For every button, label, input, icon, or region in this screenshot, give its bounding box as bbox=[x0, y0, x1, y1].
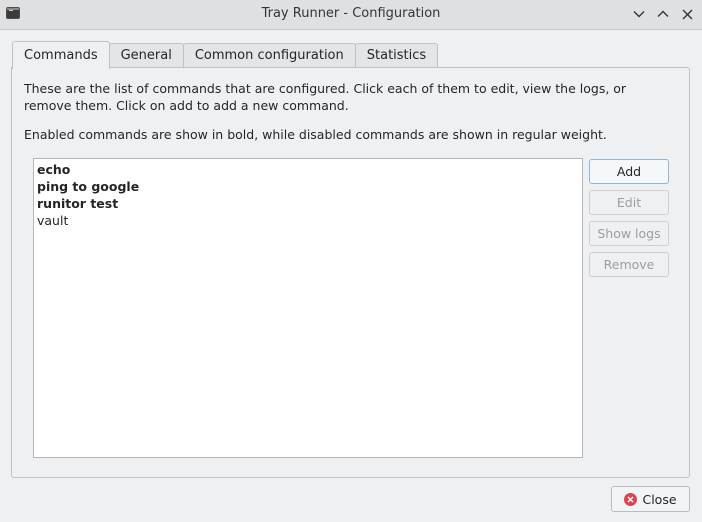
maximize-button[interactable] bbox=[654, 5, 672, 23]
tab-common-configuration[interactable]: Common configuration bbox=[182, 43, 356, 68]
list-item[interactable]: vault bbox=[37, 212, 579, 229]
minimize-button[interactable] bbox=[630, 5, 648, 23]
close-button[interactable]: Close bbox=[611, 486, 690, 512]
close-window-button[interactable] bbox=[678, 5, 696, 23]
window-title: Tray Runner - Configuration bbox=[261, 6, 441, 21]
commands-list[interactable]: echo ping to google runitor test vault bbox=[33, 158, 583, 458]
tab-general[interactable]: General bbox=[108, 43, 184, 68]
close-icon bbox=[682, 9, 692, 19]
remove-button[interactable]: Remove bbox=[589, 252, 669, 277]
list-item[interactable]: ping to google bbox=[37, 178, 579, 195]
commands-legend-note: Enabled commands are show in bold, while… bbox=[24, 127, 607, 142]
add-button[interactable]: Add bbox=[589, 159, 669, 184]
close-circle-icon bbox=[624, 492, 638, 506]
show-logs-button[interactable]: Show logs bbox=[589, 221, 669, 246]
list-item[interactable]: runitor test bbox=[37, 195, 579, 212]
tab-statistics[interactable]: Statistics bbox=[354, 43, 439, 68]
close-button-label: Close bbox=[642, 491, 677, 507]
list-item[interactable]: echo bbox=[37, 161, 579, 178]
config-window: Tray Runner - Configuration Commands Gen… bbox=[0, 0, 702, 522]
chevron-up-icon bbox=[657, 10, 669, 17]
commands-panel: These are the list of commands that are … bbox=[11, 67, 690, 478]
tab-commands[interactable]: Commands bbox=[12, 41, 110, 69]
edit-button[interactable]: Edit bbox=[589, 190, 669, 215]
chevron-down-icon bbox=[633, 11, 645, 18]
tab-bar: Commands General Common configuration St… bbox=[12, 41, 439, 69]
title-bar: Tray Runner - Configuration bbox=[0, 0, 702, 30]
commands-description: These are the list of commands that are … bbox=[24, 81, 627, 113]
